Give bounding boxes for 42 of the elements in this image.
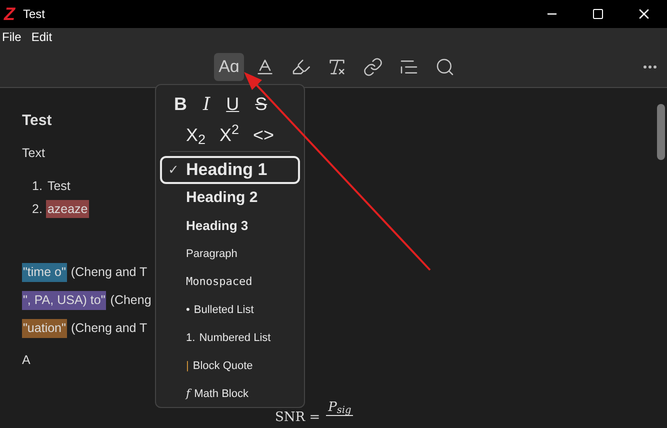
document-title: Test <box>22 111 52 131</box>
check-mark: ✓ <box>168 161 179 180</box>
list-item: 1. Test <box>32 178 72 195</box>
more-button[interactable] <box>643 64 657 68</box>
format-mark-button[interactable]: I <box>203 91 210 118</box>
format-menu-item[interactable]: 1. Numbered List <box>160 324 300 352</box>
text-color-icon <box>255 56 275 76</box>
format-mark-button[interactable]: B <box>174 91 187 118</box>
format-mark-button[interactable]: X$^{2}$ <box>219 122 240 148</box>
window-title: Test <box>23 6 46 23</box>
format-menu-item[interactable]: f Math Block <box>160 380 300 408</box>
highlighted-quote: ", PA, USA) to" <box>22 291 106 310</box>
format-menu-item[interactable]: Paragraph <box>160 240 300 268</box>
format-menu-item[interactable]: Monospaced <box>160 268 300 296</box>
clear-format-icon <box>327 56 347 76</box>
format-mark-button[interactable]: S <box>255 91 268 118</box>
format-menu-item[interactable]: Heading 3 <box>160 212 300 240</box>
highlighter-icon <box>291 56 311 76</box>
search-icon <box>435 56 455 76</box>
format-menu-item[interactable]: • Bulleted List <box>160 296 300 324</box>
format-mark-button[interactable]: X$_{2}$ <box>186 122 206 148</box>
maximize-icon <box>592 8 604 20</box>
link-icon <box>363 56 383 76</box>
menu-item[interactable]: Edit <box>31 28 52 46</box>
text-style-button[interactable]: Aɑ <box>214 52 244 80</box>
paragraph: Text <box>22 145 45 162</box>
citation: (Cheng <box>110 292 152 310</box>
app-logo: Z <box>4 2 15 26</box>
highlighted-quote: "uation" <box>22 319 67 338</box>
math-fraction: P$_{sig}$ <box>326 400 354 416</box>
format-menu-item[interactable]: ✓ Heading 1 <box>160 156 300 184</box>
highlighted-quote: "time o" <box>22 263 67 282</box>
citation: (Cheng and T <box>70 320 148 338</box>
format-mark-button[interactable]: <> <box>253 122 274 148</box>
math-formula: SNR = <box>275 410 320 425</box>
paragraph: A <box>22 352 30 370</box>
scrollbar <box>657 104 665 160</box>
citation: (Cheng and T <box>70 264 148 282</box>
format-menu-item[interactable]: | Block Quote <box>160 352 300 380</box>
more-icon <box>643 64 657 68</box>
format-mark-button[interactable]: U <box>226 91 240 118</box>
menu-item[interactable]: File <box>2 28 22 46</box>
